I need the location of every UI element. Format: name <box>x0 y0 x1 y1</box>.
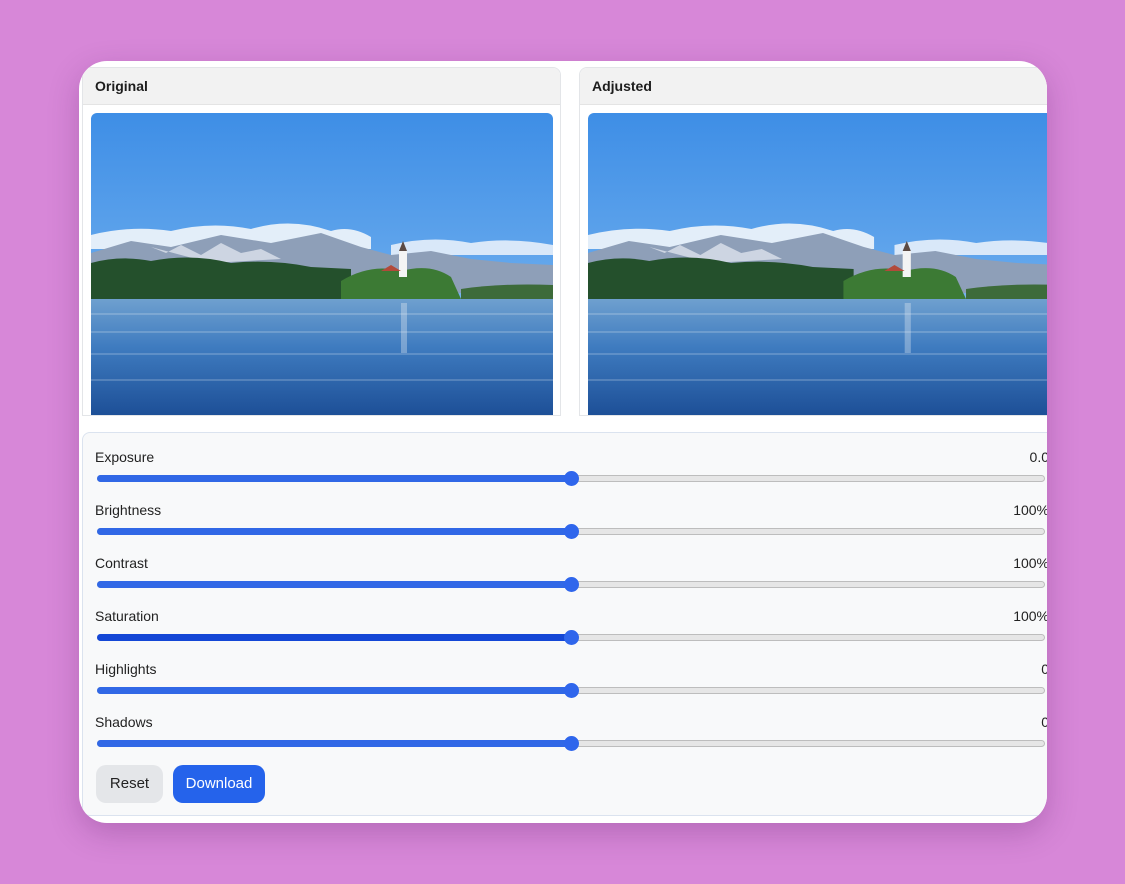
shadows-slider-row: Shadows 0 <box>95 714 1047 767</box>
brightness-slider-row: Brightness 100% <box>95 502 1047 555</box>
contrast-slider-fill <box>97 581 570 588</box>
download-button[interactable]: Download <box>173 765 265 803</box>
contrast-label: Contrast <box>95 555 148 571</box>
original-image <box>91 113 553 415</box>
brightness-slider[interactable] <box>97 524 1045 539</box>
editor-window: Original Adjusted Exposure 0.0 Brightnes… <box>79 61 1047 823</box>
adjusted-panel: Adjusted <box>579 67 1047 416</box>
exposure-value: 0.0 <box>1029 449 1047 465</box>
reset-button[interactable]: Reset <box>96 765 163 803</box>
exposure-slider-fill <box>97 475 570 482</box>
saturation-label: Saturation <box>95 608 159 624</box>
contrast-slider-thumb[interactable] <box>564 577 579 592</box>
saturation-slider-thumb[interactable] <box>564 630 579 645</box>
saturation-value: 100% <box>1013 608 1047 624</box>
saturation-slider-fill <box>97 634 570 641</box>
highlights-value: 0 <box>1041 661 1047 677</box>
shadows-slider-fill <box>97 740 570 747</box>
brightness-label: Brightness <box>95 502 162 518</box>
highlights-slider-fill <box>97 687 570 694</box>
adjusted-image <box>588 113 1047 415</box>
highlights-slider-row: Highlights 0 <box>95 661 1047 714</box>
brightness-slider-fill <box>97 528 570 535</box>
contrast-slider-row: Contrast 100% <box>95 555 1047 608</box>
exposure-slider-row: Exposure 0.0 <box>95 449 1047 502</box>
original-panel-title: Original <box>83 68 560 105</box>
contrast-value: 100% <box>1013 555 1047 571</box>
exposure-slider-thumb[interactable] <box>564 471 579 486</box>
shadows-value: 0 <box>1041 714 1047 730</box>
brightness-value: 100% <box>1013 502 1047 518</box>
contrast-slider[interactable] <box>97 577 1045 592</box>
shadows-slider-thumb[interactable] <box>564 736 579 751</box>
adjustment-controls: Exposure 0.0 Brightness 100% Contrast 10… <box>82 432 1047 816</box>
brightness-slider-thumb[interactable] <box>564 524 579 539</box>
exposure-label: Exposure <box>95 449 155 465</box>
highlights-slider-thumb[interactable] <box>564 683 579 698</box>
original-panel: Original <box>82 67 561 416</box>
saturation-slider-row: Saturation 100% <box>95 608 1047 661</box>
saturation-slider[interactable] <box>97 630 1045 645</box>
shadows-label: Shadows <box>95 714 153 730</box>
adjusted-panel-title: Adjusted <box>580 68 1047 105</box>
highlights-slider[interactable] <box>97 683 1045 698</box>
highlights-label: Highlights <box>95 661 157 677</box>
shadows-slider[interactable] <box>97 736 1045 751</box>
exposure-slider[interactable] <box>97 471 1045 486</box>
